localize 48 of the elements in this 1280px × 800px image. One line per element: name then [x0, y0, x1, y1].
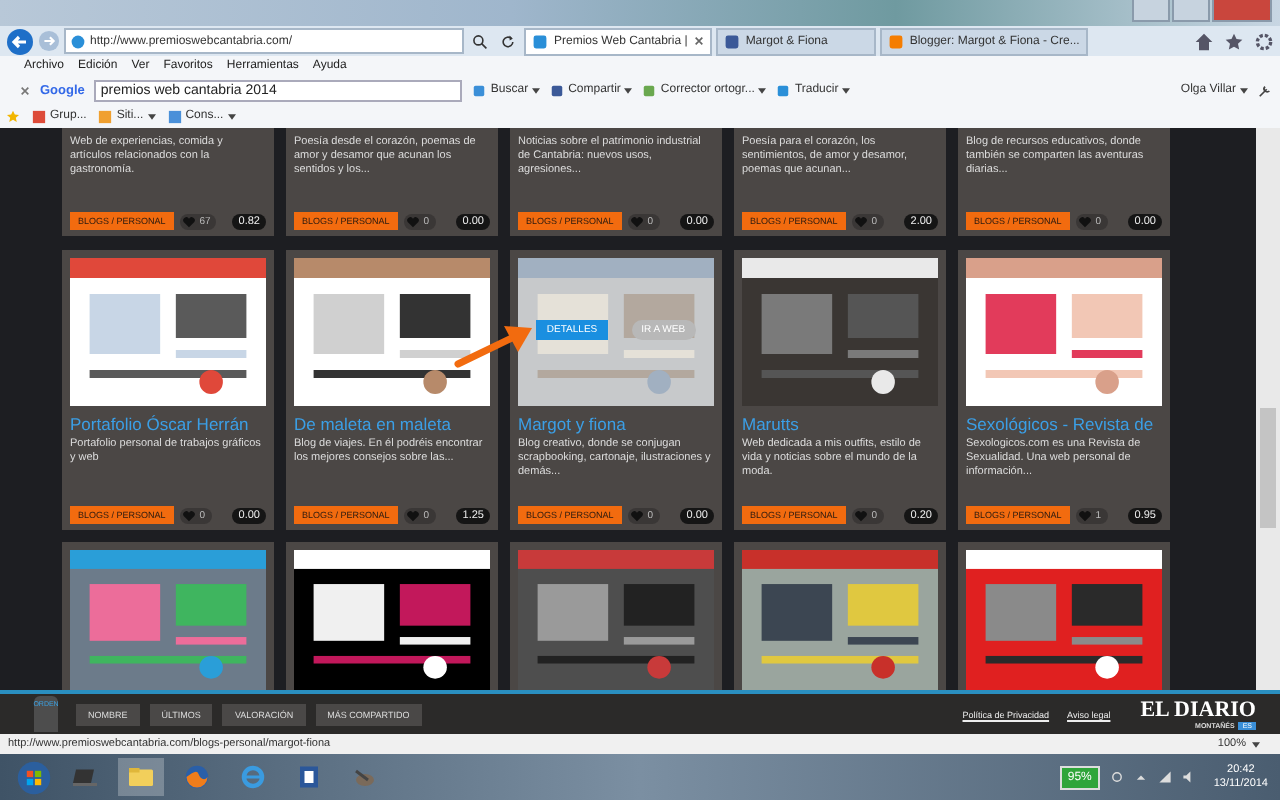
- star-icon[interactable]: [1224, 31, 1244, 51]
- start-button[interactable]: [16, 759, 52, 795]
- caret-icon: [1252, 741, 1260, 747]
- search-icon[interactable]: [472, 33, 488, 49]
- heart-icon: [853, 509, 868, 521]
- heart-icon: [1077, 215, 1092, 227]
- home-icon[interactable]: [1194, 31, 1214, 51]
- heart-icon: [629, 509, 644, 521]
- heart-icon: [181, 509, 196, 521]
- caret-icon: [532, 87, 541, 93]
- expand-icon[interactable]: [1133, 770, 1148, 784]
- caret-icon: [842, 87, 851, 93]
- heart-icon: [1077, 509, 1092, 521]
- tab-icon: [532, 33, 548, 49]
- square-icon: [550, 83, 565, 97]
- caret-icon: [227, 113, 236, 119]
- caret-icon: [147, 113, 156, 119]
- favorites-star-icon[interactable]: [6, 109, 20, 123]
- square-icon: [472, 83, 487, 97]
- caret-icon: [758, 87, 767, 93]
- caret-icon: [624, 87, 633, 93]
- close-icon[interactable]: [20, 85, 30, 95]
- scrollbar[interactable]: [1256, 128, 1280, 690]
- square-icon: [642, 83, 657, 97]
- heart-icon: [405, 215, 420, 227]
- square-icon: [776, 83, 791, 97]
- page-icon: [70, 33, 86, 49]
- tab-icon: [887, 33, 904, 49]
- heart-icon: [181, 215, 196, 227]
- arrow-icon: [452, 322, 536, 370]
- volume-icon[interactable]: [1181, 770, 1196, 784]
- settings-icon[interactable]: [1254, 31, 1274, 51]
- caret-icon: [1240, 87, 1248, 93]
- square-icon: [98, 109, 113, 123]
- folder-icon[interactable]: [118, 758, 164, 796]
- heart-icon: [853, 215, 868, 227]
- back-button[interactable]: [6, 27, 34, 55]
- logo-text[interactable]: EL DIARIO: [1140, 699, 1256, 721]
- sync-icon[interactable]: [1109, 770, 1124, 784]
- refresh-icon[interactable]: [500, 33, 516, 49]
- wrench-icon[interactable]: [1258, 83, 1272, 97]
- signal-icon[interactable]: [1157, 770, 1172, 784]
- square-icon: [32, 109, 46, 123]
- tab-icon: [723, 33, 740, 49]
- heart-icon: [405, 509, 420, 521]
- heart-icon: [629, 215, 644, 227]
- square-icon: [167, 109, 182, 123]
- close-icon[interactable]: [693, 36, 704, 46]
